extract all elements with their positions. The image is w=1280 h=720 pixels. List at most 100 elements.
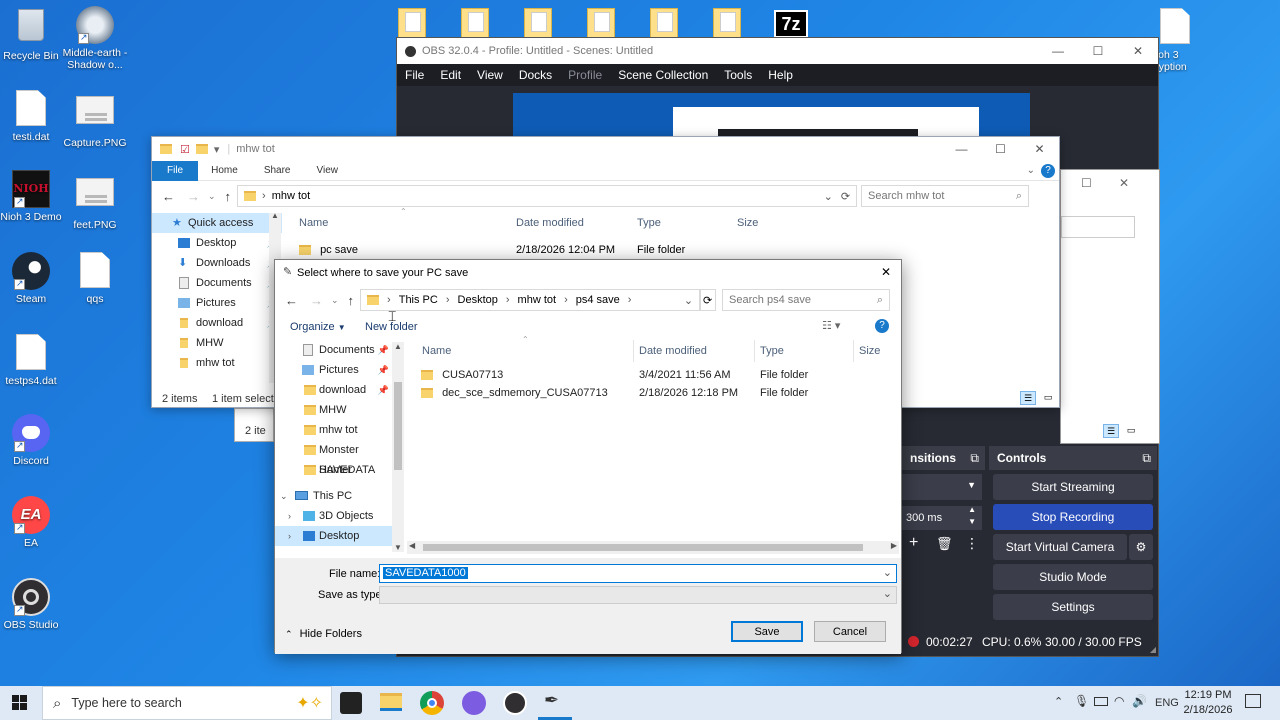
- details-view-icon[interactable]: ☰: [1020, 391, 1036, 405]
- nav-documents[interactable]: Documents📌: [275, 340, 393, 360]
- close-icon[interactable]: ✕: [1020, 137, 1059, 161]
- scrollbar-thumb[interactable]: [394, 382, 402, 470]
- nav-desktop[interactable]: Desktop📌: [152, 233, 282, 253]
- help-icon[interactable]: ?: [1041, 163, 1055, 178]
- chevron-down-icon[interactable]: ⌄: [684, 294, 693, 307]
- settings-button[interactable]: Settings: [993, 594, 1153, 620]
- 7zip-icon[interactable]: 7z: [774, 10, 808, 38]
- start-virtual-camera-button[interactable]: Start Virtual Camera: [993, 534, 1127, 560]
- taskbar-chat-app-icon[interactable]: [462, 691, 486, 715]
- menu-profile[interactable]: Profile: [560, 68, 610, 82]
- recent-dropdown-icon[interactable]: ⌄: [208, 191, 216, 202]
- dialog-titlebar[interactable]: ✎ Select where to save your PC save ✕: [275, 260, 901, 285]
- nav-pictures[interactable]: Pictures📌: [275, 360, 393, 380]
- gear-icon[interactable]: ⚙: [1129, 534, 1153, 560]
- column-header-size[interactable]: Size: [737, 217, 758, 229]
- chevron-down-icon[interactable]: ⌄: [883, 566, 892, 579]
- menu-edit[interactable]: Edit: [432, 68, 469, 82]
- nav-pictures[interactable]: Pictures📌: [152, 293, 282, 313]
- battery-icon[interactable]: [1094, 697, 1108, 706]
- tab-share[interactable]: Share: [251, 165, 304, 176]
- taskbar-clock[interactable]: 12:19 PM 2/18/2026: [1180, 688, 1236, 718]
- tab-file[interactable]: File: [152, 160, 199, 181]
- menu-scene-collection[interactable]: Scene Collection: [610, 68, 716, 82]
- chevron-right-icon[interactable]: ›: [288, 506, 291, 526]
- nav-mhw[interactable]: MHW: [152, 333, 282, 353]
- obs-titlebar[interactable]: OBS 32.0.4 - Profile: Untitled - Scenes:…: [397, 38, 1158, 64]
- desktop-folder-icon[interactable]: [524, 8, 552, 38]
- chevron-up-icon[interactable]: ⌃: [1054, 695, 1063, 708]
- stepper-icon[interactable]: ▲ ▼: [968, 504, 976, 528]
- breadcrumb-this-pc[interactable]: This PC: [395, 294, 442, 306]
- cancel-button[interactable]: Cancel: [814, 621, 886, 642]
- address-field[interactable]: › mhw tot ⌄ ⟳: [237, 185, 858, 207]
- recent-dropdown-icon[interactable]: ⌄: [331, 295, 339, 306]
- stop-recording-button[interactable]: Stop Recording: [993, 504, 1153, 530]
- column-header-type[interactable]: Type: [760, 345, 784, 357]
- dock-popout-icon[interactable]: ⧉: [970, 446, 979, 470]
- view-options-icon[interactable]: ☷ ▾: [822, 319, 840, 332]
- desktop-folder-icon[interactable]: [398, 8, 426, 38]
- quick-access-toolbar-dropdown-icon[interactable]: ▾: [214, 143, 220, 156]
- close-icon[interactable]: ✕: [1118, 38, 1158, 64]
- column-header-date[interactable]: Date modified: [639, 345, 707, 357]
- scroll-down-icon[interactable]: ▼: [394, 543, 402, 552]
- explorer-titlebar[interactable]: ☑ ▾ | mhw tot — ☐ ✕: [152, 137, 1059, 161]
- transition-select[interactable]: ▼: [902, 474, 982, 500]
- nav-monster-hunter[interactable]: Monster Hunter: [275, 440, 393, 476]
- desktop-icon-feet-png[interactable]: feet.PNG: [58, 172, 132, 231]
- column-header-name[interactable]: Name: [299, 217, 328, 229]
- save-type-select[interactable]: ⌄: [379, 586, 897, 604]
- table-row[interactable]: CUSA07713 3/4/2021 11:56 AM File folder: [421, 366, 881, 384]
- desktop-icon-ea[interactable]: EA EA: [0, 496, 68, 549]
- column-header-size[interactable]: Size: [859, 345, 880, 357]
- chevron-down-icon[interactable]: ⌄: [824, 190, 833, 203]
- trash-icon[interactable]: 🗑: [936, 536, 953, 552]
- up-icon[interactable]: ↑: [225, 189, 232, 204]
- studio-mode-button[interactable]: Studio Mode: [993, 564, 1153, 590]
- minimize-icon[interactable]: —: [942, 137, 981, 161]
- column-header-type[interactable]: Type: [637, 217, 661, 229]
- desktop-icon-nioh-3-cryption[interactable]: nioh 3 cryption: [1150, 8, 1210, 73]
- add-transition-icon[interactable]: +: [909, 534, 918, 552]
- obs-preview[interactable]: [513, 93, 1030, 137]
- menu-tools[interactable]: Tools: [716, 68, 760, 82]
- forward-icon[interactable]: →: [187, 189, 200, 204]
- maximize-icon[interactable]: ☐: [1078, 38, 1118, 64]
- refresh-icon[interactable]: ⟳: [700, 289, 717, 311]
- nav-download[interactable]: download📌: [152, 313, 282, 333]
- scroll-right-icon[interactable]: ▶: [891, 541, 897, 550]
- microphone-icon[interactable]: 🎙: [1074, 694, 1089, 708]
- up-icon[interactable]: ↑: [348, 293, 355, 308]
- menu-view[interactable]: View: [469, 68, 511, 82]
- volume-icon[interactable]: 🔊: [1132, 694, 1147, 708]
- taskbar-search-input[interactable]: ⌕ Type here to search ✦✧: [42, 686, 332, 720]
- nav-scrollbar[interactable]: ▲ ▼: [392, 342, 404, 552]
- save-button[interactable]: Save: [731, 621, 803, 642]
- desktop-icon-middle-earth[interactable]: Middle-earth - Shadow o...: [58, 6, 132, 71]
- menu-help[interactable]: Help: [760, 68, 801, 82]
- refresh-icon[interactable]: ⟳: [841, 190, 850, 203]
- breadcrumb-desktop[interactable]: Desktop: [454, 294, 502, 306]
- expand-ribbon-icon[interactable]: ⌄: [1021, 165, 1041, 176]
- explorer-search-input[interactable]: Search mhw tot ⌕: [861, 185, 1030, 207]
- tab-view[interactable]: View: [304, 165, 352, 176]
- close-icon[interactable]: ✕: [881, 265, 891, 279]
- organize-button[interactable]: Organize ▼: [290, 321, 346, 333]
- chevron-right-icon[interactable]: ›: [288, 526, 291, 546]
- desktop-icon-discord[interactable]: Discord: [0, 414, 68, 467]
- menu-file[interactable]: File: [397, 68, 432, 82]
- more-options-icon[interactable]: ⋮: [965, 535, 979, 552]
- file-name-input[interactable]: SAVEDATA1000 ⌄: [379, 564, 897, 583]
- desktop-icon-qqs[interactable]: qqs: [58, 252, 132, 305]
- nav-this-pc[interactable]: ⌄ This PC: [275, 486, 393, 506]
- back-icon[interactable]: ←: [285, 293, 298, 308]
- scroll-up-icon[interactable]: ▲: [394, 342, 402, 351]
- start-streaming-button[interactable]: Start Streaming: [993, 474, 1153, 500]
- taskbar-feather-app-icon[interactable]: ✒: [544, 690, 559, 711]
- nav-documents[interactable]: Documents📌: [152, 273, 282, 293]
- breadcrumb-ps4-save[interactable]: ps4 save: [572, 294, 624, 306]
- dock-popout-icon[interactable]: ⧉: [1142, 446, 1151, 470]
- scrollbar-thumb[interactable]: [423, 544, 863, 551]
- large-icons-view-icon[interactable]: ▭: [1040, 391, 1056, 405]
